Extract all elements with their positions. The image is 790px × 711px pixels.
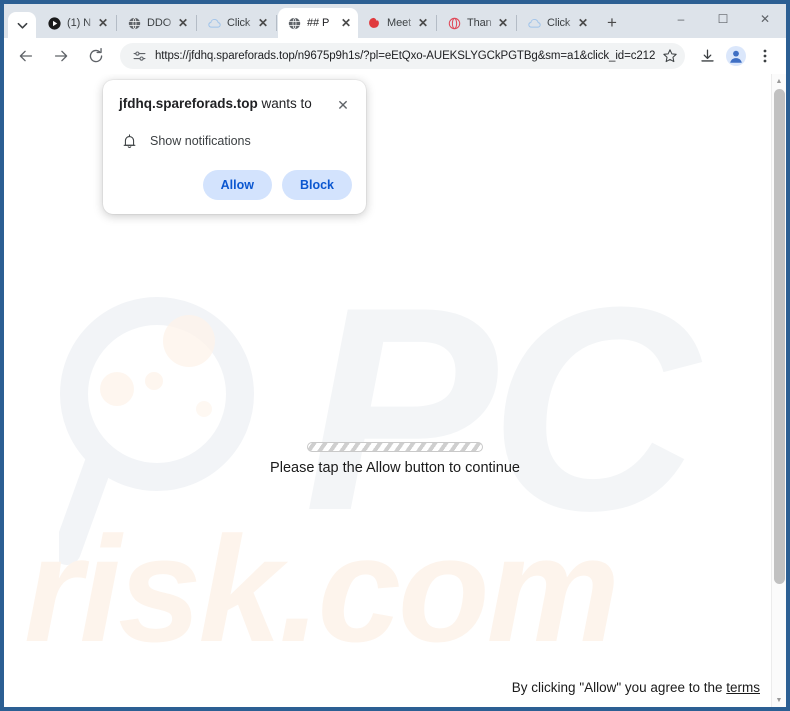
tab-divider — [276, 15, 277, 31]
tab-divider — [436, 15, 437, 31]
tab-divider — [116, 15, 117, 31]
tab-2[interactable]: Click ✕ — [198, 8, 275, 38]
profile-avatar-button[interactable] — [723, 43, 749, 69]
tab-close-icon[interactable]: ✕ — [415, 15, 431, 31]
magnifier-icon — [53, 289, 274, 584]
bell-icon — [119, 131, 139, 151]
tab-label: Click — [227, 17, 251, 29]
tab-1[interactable]: DDO ✕ — [118, 8, 195, 38]
allow-button[interactable]: Allow — [202, 170, 272, 200]
scrollbar-thumb[interactable] — [774, 89, 785, 584]
watermark-risk-text: risk.com — [24, 505, 620, 673]
youtube-icon — [47, 16, 61, 30]
download-icon — [700, 48, 714, 62]
tab-close-icon[interactable]: ✕ — [338, 15, 354, 31]
tab-6[interactable]: Click ✕ — [518, 8, 595, 38]
address-bar[interactable]: https://jfdhq.spareforads.top/n9675p9h1s… — [120, 43, 685, 69]
tab-label: Meet — [387, 17, 412, 29]
tab-close-icon[interactable]: ✕ — [95, 15, 111, 31]
tab-close-icon[interactable]: ✕ — [255, 15, 271, 31]
tab-close-icon[interactable]: ✕ — [495, 15, 511, 31]
back-button[interactable] — [12, 42, 40, 70]
tab-close-icon[interactable]: ✕ — [575, 15, 591, 31]
firefox-icon — [367, 16, 381, 30]
opera-icon — [447, 16, 461, 30]
tab-label: Click — [547, 17, 571, 29]
tab-divider — [516, 15, 517, 31]
site-settings-icon[interactable] — [130, 47, 148, 65]
dialog-close-icon[interactable]: ✕ — [334, 96, 352, 114]
captcha-instruction-text: Please tap the Allow button to continue — [270, 460, 520, 476]
page-viewport: PC risk.com Please tap the Allow button … — [4, 74, 786, 707]
tab-3-active[interactable]: ## P ✕ — [278, 8, 358, 38]
notification-permission-dialog: jfdhq.spareforads.top wants to ✕ Show no… — [103, 80, 366, 214]
browser-toolbar: https://jfdhq.spareforads.top/n9675p9h1s… — [4, 38, 786, 74]
tab-divider — [196, 15, 197, 31]
close-window-button[interactable]: ✕ — [744, 4, 786, 34]
tab-label: DDO — [147, 17, 172, 29]
tab-label: (1) N — [67, 17, 91, 29]
chevron-down-icon — [17, 22, 27, 29]
window-controls: – ☐ ✕ — [660, 4, 786, 38]
maximize-button[interactable]: ☐ — [702, 4, 744, 34]
loading-progress-bar — [307, 442, 483, 452]
browser-menu-button[interactable] — [752, 43, 778, 69]
terms-footer: By clicking "Allow" you agree to the ter… — [512, 680, 760, 695]
dialog-origin: jfdhq.spareforads.top — [119, 96, 258, 111]
arrow-right-icon — [54, 50, 68, 62]
tab-0[interactable]: (1) N ✕ — [38, 8, 115, 38]
vertical-scrollbar[interactable]: ▲ ▼ — [771, 74, 786, 707]
cloud-icon — [207, 16, 221, 30]
tab-strip: (1) N ✕ DDO ✕ Click ✕ ## P ✕ Meet ✕ Than… — [4, 4, 786, 38]
arrow-left-icon — [19, 50, 33, 62]
kebab-menu-icon — [763, 49, 767, 63]
forward-button[interactable] — [47, 42, 75, 70]
captcha-block: Please tap the Allow button to continue — [4, 442, 786, 476]
tab-5[interactable]: Than ✕ — [438, 8, 515, 38]
terms-footer-text: By clicking "Allow" you agree to the — [511, 680, 727, 695]
permission-label: Show notifications — [150, 134, 251, 148]
tab-close-icon[interactable]: ✕ — [175, 15, 191, 31]
dialog-title-suffix: wants to — [257, 96, 312, 111]
watermark-pc-text: PC — [304, 247, 699, 571]
tab-label: ## P — [307, 17, 330, 29]
cloud-icon — [527, 16, 541, 30]
avatar-icon — [726, 46, 746, 66]
dialog-header: jfdhq.spareforads.top wants to ✕ — [119, 96, 352, 114]
tab-4[interactable]: Meet ✕ — [358, 8, 435, 38]
tab-label: Than — [467, 17, 492, 29]
globe-icon — [287, 16, 301, 30]
url-text[interactable]: https://jfdhq.spareforads.top/n9675p9h1s… — [155, 50, 655, 62]
downloads-button[interactable] — [694, 43, 720, 69]
scroll-up-arrow[interactable]: ▲ — [772, 74, 786, 88]
bookmark-star-icon[interactable] — [659, 45, 681, 67]
dialog-title: jfdhq.spareforads.top wants to — [119, 96, 334, 113]
block-button[interactable]: Block — [281, 170, 352, 200]
scroll-down-arrow[interactable]: ▼ — [772, 693, 786, 707]
terms-link[interactable]: terms — [726, 680, 760, 695]
reload-button[interactable] — [82, 42, 110, 70]
reload-icon — [89, 47, 103, 63]
globe-icon — [127, 16, 141, 30]
tab-search-button[interactable] — [8, 12, 36, 38]
new-tab-button[interactable]: + — [599, 10, 625, 36]
permission-row: Show notifications — [119, 131, 352, 151]
browser-window: (1) N ✕ DDO ✕ Click ✕ ## P ✕ Meet ✕ Than… — [0, 0, 790, 711]
minimize-button[interactable]: – — [660, 4, 702, 34]
dialog-actions: Allow Block — [119, 170, 352, 200]
